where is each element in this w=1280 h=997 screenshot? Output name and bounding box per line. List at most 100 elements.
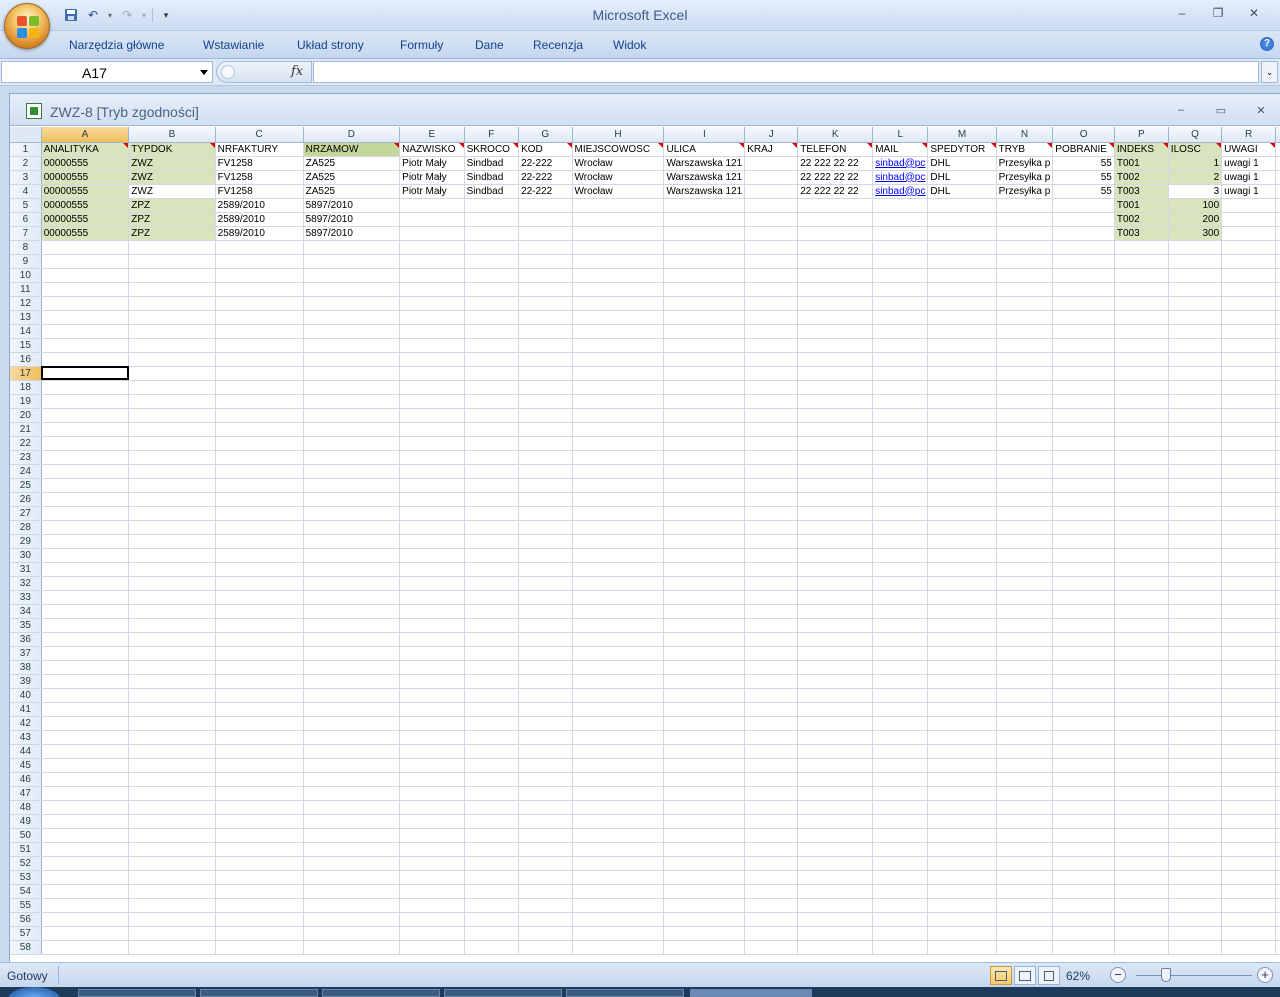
cell[interactable] (572, 772, 665, 787)
cell[interactable] (399, 562, 465, 577)
cell[interactable] (464, 660, 520, 675)
row-header[interactable]: 22 (10, 436, 42, 451)
cell[interactable] (663, 590, 746, 605)
cell[interactable] (927, 758, 997, 773)
cell[interactable] (1275, 296, 1280, 311)
cell[interactable] (1168, 604, 1223, 619)
cell[interactable] (1052, 394, 1115, 409)
cell[interactable] (399, 926, 465, 941)
cell[interactable] (215, 744, 304, 759)
cell[interactable] (1275, 884, 1280, 899)
select-all-corner[interactable] (10, 127, 42, 143)
cell[interactable] (303, 422, 401, 437)
cell[interactable] (1168, 254, 1223, 269)
cell[interactable] (1275, 660, 1280, 675)
cell[interactable] (303, 394, 401, 409)
cell[interactable] (1168, 324, 1223, 339)
cell[interactable] (399, 940, 465, 955)
cell[interactable]: 00000555 (41, 170, 130, 185)
cell[interactable]: Warszawska 121 (663, 156, 746, 171)
cell[interactable] (1168, 310, 1223, 325)
cell[interactable] (1221, 506, 1276, 521)
cell[interactable] (1114, 436, 1169, 451)
cell[interactable] (1221, 716, 1276, 731)
cell[interactable] (663, 632, 746, 647)
cell[interactable] (128, 828, 216, 843)
cell[interactable] (572, 562, 665, 577)
cell[interactable] (572, 338, 665, 353)
minimize-icon[interactable]: – (1164, 3, 1200, 23)
cell[interactable] (927, 828, 997, 843)
header-cell[interactable]: ULICA (663, 142, 746, 157)
cell[interactable] (872, 856, 929, 871)
cell[interactable]: uwagi 1 (1221, 184, 1276, 199)
cell[interactable] (1168, 898, 1223, 913)
cell[interactable] (663, 842, 746, 857)
cell[interactable] (303, 800, 401, 815)
cell[interactable] (1168, 786, 1223, 801)
cell[interactable] (1275, 912, 1280, 927)
cell[interactable] (399, 464, 465, 479)
cell[interactable] (1052, 282, 1115, 297)
cell[interactable] (518, 786, 573, 801)
cell[interactable] (215, 394, 304, 409)
cell[interactable] (1052, 646, 1115, 661)
cell[interactable] (872, 478, 929, 493)
cell[interactable] (518, 226, 573, 241)
cell[interactable] (996, 800, 1054, 815)
cell[interactable] (41, 408, 130, 423)
row-header[interactable]: 6 (10, 212, 42, 227)
cell[interactable] (1168, 408, 1223, 423)
cell[interactable] (663, 800, 746, 815)
cell[interactable] (518, 688, 573, 703)
cell[interactable] (663, 380, 746, 395)
cell[interactable] (797, 394, 874, 409)
cell[interactable] (1052, 604, 1115, 619)
cell[interactable] (1052, 268, 1115, 283)
cell[interactable] (1114, 940, 1169, 955)
cell[interactable] (399, 870, 465, 885)
cell[interactable] (996, 814, 1054, 829)
cell[interactable]: Piotr Mały (399, 170, 465, 185)
row-header[interactable]: 3 (10, 170, 42, 185)
cell[interactable] (1221, 212, 1276, 227)
cell[interactable] (303, 730, 401, 745)
cell[interactable] (1221, 870, 1276, 885)
cell[interactable] (128, 436, 216, 451)
cell[interactable] (1052, 212, 1115, 227)
cell[interactable] (1275, 786, 1280, 801)
cell[interactable] (41, 632, 130, 647)
cell[interactable] (303, 828, 401, 843)
cell[interactable] (996, 856, 1054, 871)
cell[interactable] (996, 646, 1054, 661)
formula-handle-icon[interactable] (221, 65, 235, 79)
cell[interactable] (303, 590, 401, 605)
cell[interactable] (1114, 310, 1169, 325)
cell[interactable] (128, 940, 216, 955)
row-header[interactable]: 19 (10, 394, 42, 409)
cell[interactable] (1275, 450, 1280, 465)
cell[interactable] (303, 240, 401, 255)
cell[interactable] (1114, 506, 1169, 521)
cell[interactable] (1168, 436, 1223, 451)
cell[interactable] (1275, 702, 1280, 717)
taskbar-item[interactable] (444, 989, 562, 997)
cell[interactable] (1168, 548, 1223, 563)
cell[interactable] (41, 940, 130, 955)
cell[interactable] (1221, 352, 1276, 367)
cell[interactable] (1168, 758, 1223, 773)
cell[interactable] (1114, 268, 1169, 283)
cell[interactable]: Przesyłka p (996, 184, 1054, 199)
cell[interactable] (128, 394, 216, 409)
row-header[interactable]: 51 (10, 842, 42, 857)
cell[interactable] (572, 366, 665, 381)
cell[interactable] (303, 254, 401, 269)
cell[interactable] (996, 940, 1054, 955)
cell[interactable] (399, 786, 465, 801)
cell[interactable] (464, 856, 520, 871)
cell[interactable] (1114, 800, 1169, 815)
normal-view-icon[interactable] (990, 966, 1012, 985)
cell[interactable] (303, 324, 401, 339)
cell[interactable] (744, 898, 799, 913)
cell[interactable] (303, 898, 401, 913)
